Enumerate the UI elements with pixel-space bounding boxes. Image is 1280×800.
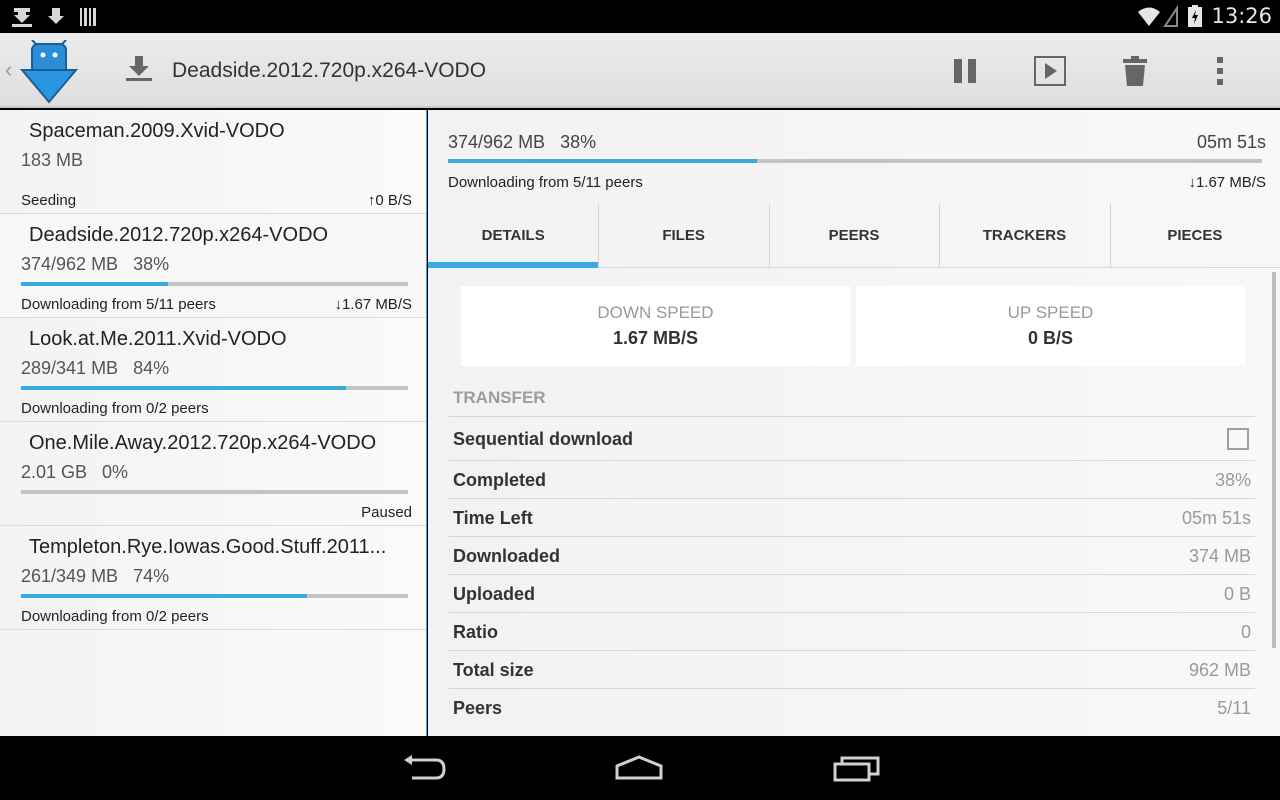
recent-apps-button[interactable] (829, 750, 885, 786)
torrent-name: One.Mile.Away.2012.720p.x264-VODO (29, 432, 377, 454)
torrent-detail-pane: 374/962 MB 38% 05m 51s Downloading from … (428, 110, 1280, 736)
detail-row-label: Completed (453, 470, 547, 490)
detail-row: Peers 5/11 (449, 688, 1255, 726)
detail-row-label: Ratio (453, 622, 498, 642)
section-title-transfer: TRANSFER (453, 388, 546, 407)
detail-row: Uploaded 0 B (449, 574, 1255, 612)
torrent-size: 183 MB (21, 150, 84, 170)
torrent-list-item[interactable]: Templeton.Rye.Iowas.Good.Stuff.2011... 2… (0, 526, 426, 630)
torrent-status: Downloading from 5/11 peers (21, 296, 216, 313)
sequential-download-row[interactable]: Sequential download (449, 416, 1255, 460)
barcode-notification-icon (80, 8, 96, 26)
detail-eta: 05m 51s (1196, 132, 1266, 152)
torrent-list: Spaceman.2009.Xvid-VODO 183 MB Seeding ↑… (0, 110, 427, 736)
play-button[interactable] (1007, 51, 1092, 91)
scrollbar[interactable] (1272, 272, 1276, 648)
detail-row-value: 0 (1240, 622, 1251, 642)
download-notification-icon (48, 8, 64, 24)
play-icon (1033, 56, 1066, 86)
battery-icon (1188, 5, 1203, 27)
up-speed-value: 0 B/S (1027, 328, 1074, 348)
download-icon (126, 56, 152, 81)
torrent-list-item[interactable]: Look.at.Me.2011.Xvid-VODO 289/341 MB 84%… (0, 318, 426, 422)
torrent-list-item[interactable]: One.Mile.Away.2012.720p.x264-VODO 2.01 G… (0, 422, 426, 526)
torrent-list-item[interactable]: Spaceman.2009.Xvid-VODO 183 MB Seeding ↑… (0, 110, 426, 214)
detail-row-label: Uploaded (453, 584, 536, 604)
torrent-name: Templeton.Rye.Iowas.Good.Stuff.2011... (29, 536, 387, 558)
home-button[interactable] (611, 750, 667, 786)
torrent-progress-bar (21, 282, 408, 286)
tab-files[interactable]: FILES (598, 204, 768, 268)
status-bar: 13:26 (0, 0, 1280, 33)
wifi-icon (1138, 4, 1179, 27)
utorrent-notification-icon (12, 8, 32, 27)
action-bar: ‹ Deadside.2012.720p.x264-VODO (0, 33, 1280, 108)
detail-row: Total size 962 MB (449, 650, 1255, 688)
torrent-status: Downloading from 0/2 peers (21, 608, 209, 625)
navigation-bar (0, 736, 1280, 800)
torrent-progress-bar (21, 594, 408, 598)
back-button[interactable] (396, 750, 452, 786)
overflow-menu-icon (1216, 57, 1223, 85)
clock: 13:26 (1211, 4, 1272, 28)
detail-progress-text: 374/962 MB 38% (448, 132, 597, 152)
recent-apps-icon (833, 756, 880, 782)
torrent-name: Look.at.Me.2011.Xvid-VODO (29, 328, 287, 350)
tab-pieces[interactable]: PIECES (1109, 204, 1280, 268)
overflow-menu-button[interactable] (1177, 51, 1262, 91)
torrent-name: Deadside.2012.720p.x264-VODO (29, 224, 329, 246)
detail-progress-bar (448, 159, 1262, 163)
tab-trackers[interactable]: TRACKERS (939, 204, 1109, 268)
transfer-details: Sequential download Completed 38% Time L… (449, 416, 1255, 726)
torrent-status: Downloading from 0/2 peers (21, 400, 209, 417)
down-speed-label: DOWN SPEED (597, 303, 714, 322)
detail-row-label: Time Left (453, 508, 533, 528)
detail-row: Downloaded 374 MB (449, 536, 1255, 574)
detail-row-value: 38% (1214, 470, 1251, 490)
down-speed-card: DOWN SPEED 1.67 MB/S (461, 286, 850, 366)
torrent-rate: ↓1.67 MB/S (334, 296, 412, 313)
detail-row-label: Peers (453, 698, 503, 718)
page-title: Deadside.2012.720p.x264-VODO (172, 59, 487, 82)
delete-button[interactable] (1092, 51, 1177, 91)
detail-row-value: 962 MB (1188, 660, 1251, 680)
detail-row-value: 05m 51s (1181, 508, 1251, 528)
back-icon (404, 755, 446, 780)
detail-rate: ↓1.67 MB/S (1188, 174, 1266, 191)
detail-row: Completed 38% (449, 460, 1255, 498)
detail-status: Downloading from 5/11 peers (448, 174, 643, 191)
torrent-size: 2.01 GB 0% (21, 462, 129, 482)
torrent-size: 289/341 MB 84% (21, 358, 170, 378)
torrent-rate: Paused (361, 504, 412, 521)
tab-peers[interactable]: PEERS (768, 204, 939, 268)
detail-row-value: 5/11 (1217, 698, 1251, 718)
pause-button[interactable] (922, 51, 1007, 91)
torrent-name: Spaceman.2009.Xvid-VODO (29, 120, 285, 142)
up-chevron-icon[interactable]: ‹ (5, 57, 12, 83)
torrent-size: 374/962 MB 38% (21, 254, 170, 274)
sequential-download-checkbox[interactable] (1227, 428, 1249, 450)
tab-details[interactable]: DETAILS (428, 204, 599, 268)
trash-icon (1122, 56, 1147, 86)
torrent-progress-bar (21, 490, 408, 494)
torrent-progress-bar (21, 386, 408, 390)
detail-row-value: 374 MB (1188, 546, 1251, 566)
up-speed-label: UP SPEED (1007, 303, 1094, 322)
torrent-size: 261/349 MB 74% (21, 566, 170, 586)
up-speed-card: UP SPEED 0 B/S (856, 286, 1245, 366)
torrent-status: Seeding (21, 192, 77, 209)
detail-row-label: Total size (453, 660, 534, 680)
detail-row: Ratio 0 (449, 612, 1255, 650)
app-logo-icon[interactable] (20, 40, 78, 104)
pause-icon (953, 59, 976, 83)
down-speed-value: 1.67 MB/S (612, 328, 699, 348)
home-icon (615, 755, 663, 780)
torrent-list-item[interactable]: Deadside.2012.720p.x264-VODO 374/962 MB … (0, 214, 426, 318)
detail-row: Time Left 05m 51s (449, 498, 1255, 536)
detail-row-value: 0 B (1223, 584, 1251, 604)
torrent-rate: ↑0 B/S (367, 192, 412, 209)
sequential-download-label: Sequential download (453, 429, 634, 449)
detail-row-label: Downloaded (453, 546, 560, 566)
detail-tabs: DETAILS FILES PEERS TRACKERS PIECES (428, 204, 1280, 268)
